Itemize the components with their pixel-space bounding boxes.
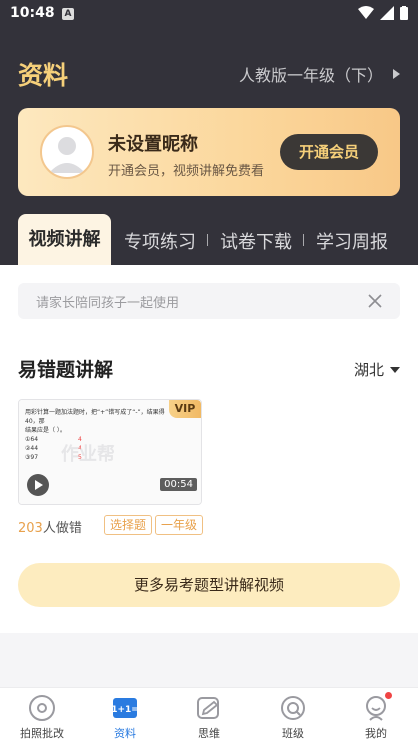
caret-down-icon xyxy=(390,366,400,373)
caret-right-icon xyxy=(393,69,400,79)
notification-dot xyxy=(385,692,392,699)
watermark-logo: 作业帮 xyxy=(61,444,115,465)
nav-item-thinking[interactable]: 思维 xyxy=(179,694,239,741)
close-icon[interactable] xyxy=(366,292,384,310)
vip-description: 开通会员，视频讲解免费看 xyxy=(108,164,265,179)
tip-text: 请家长陪同孩子一起使用 xyxy=(36,296,180,311)
status-icons xyxy=(358,6,408,20)
tab-divider xyxy=(207,234,208,246)
tag-grade: 一年级 xyxy=(155,515,204,535)
play-icon[interactable] xyxy=(27,474,49,496)
status-time: 10:48 xyxy=(10,5,55,21)
tab-weekly-report[interactable]: 学习周报 xyxy=(316,228,388,254)
nav-label: 拍照批改 xyxy=(20,727,64,740)
nav-item-class[interactable]: 班级 xyxy=(263,694,323,741)
avatar[interactable] xyxy=(40,125,94,179)
page-title: 资料 xyxy=(18,61,69,90)
nav-label: 思维 xyxy=(198,727,220,740)
wrong-count: 203人做错 xyxy=(18,517,82,536)
grade-selector[interactable]: 人教版一年级（下） xyxy=(239,62,400,86)
tip-bar: 请家长陪同孩子一起使用 xyxy=(18,283,400,319)
svg-text:1+1=: 1+1= xyxy=(111,705,139,715)
nav-label: 班级 xyxy=(282,727,304,740)
wrong-count-suffix: 人做错 xyxy=(42,521,82,536)
wifi-icon xyxy=(358,6,374,19)
video-card[interactable]: 用彩针算一题加法题时，把“+”错写成了“-”，结果得40，那 结果应是（ ）。 … xyxy=(18,399,202,505)
main-content: 请家长陪同孩子一起使用 易错题讲解 湖北 用彩针算一题加法题时，把“+”错写成了… xyxy=(0,265,418,633)
nav-label: 我的 xyxy=(365,727,387,740)
section-title: 易错题讲解 xyxy=(18,359,114,381)
more-videos-button[interactable]: 更多易考题型讲解视频 xyxy=(18,563,400,607)
open-vip-button[interactable]: 开通会员 xyxy=(280,134,378,170)
signal-icon xyxy=(380,6,394,20)
tab-bar: 视频讲解 专项练习 试卷下载 学习周报 xyxy=(0,214,418,265)
region-label: 湖北 xyxy=(353,361,384,379)
thinking-icon xyxy=(197,697,219,719)
nickname: 未设置昵称 xyxy=(108,134,198,155)
header: 资料 人教版一年级（下） 未设置昵称 开通会员，视频讲解免费看 开通会员 视频讲… xyxy=(0,28,418,265)
notification-icon: A xyxy=(62,8,74,20)
tab-special-practice[interactable]: 专项练习 xyxy=(124,228,196,254)
camera-icon xyxy=(29,695,55,721)
class-icon xyxy=(281,696,305,720)
region-selector[interactable]: 湖北 xyxy=(354,359,400,380)
tab-exam-download[interactable]: 试卷下载 xyxy=(220,228,292,254)
vip-badge: VIP xyxy=(169,400,201,418)
bottom-nav: 拍照批改 1+1= 资料 思维 班级 我的 xyxy=(0,687,418,744)
status-bar: 10:48 A xyxy=(0,0,418,28)
avatar-placeholder-icon xyxy=(49,137,85,173)
nav-label: 资料 xyxy=(114,727,136,740)
tab-video-lessons[interactable]: 视频讲解 xyxy=(18,214,111,265)
video-duration: 00:54 xyxy=(160,478,197,491)
nav-item-materials[interactable]: 1+1= 资料 xyxy=(95,694,155,741)
nav-item-photo-correct[interactable]: 拍照批改 xyxy=(12,694,72,741)
tab-divider xyxy=(303,234,304,246)
nav-item-mine[interactable]: 我的 xyxy=(346,692,406,741)
materials-icon: 1+1= xyxy=(111,698,139,718)
battery-icon xyxy=(400,6,408,20)
grade-label: 人教版一年级（下） xyxy=(238,66,383,85)
vip-card[interactable]: 未设置昵称 开通会员，视频讲解免费看 开通会员 xyxy=(18,108,400,196)
wrong-count-number: 203 xyxy=(18,521,43,536)
tag-question-type: 选择题 xyxy=(104,515,153,535)
